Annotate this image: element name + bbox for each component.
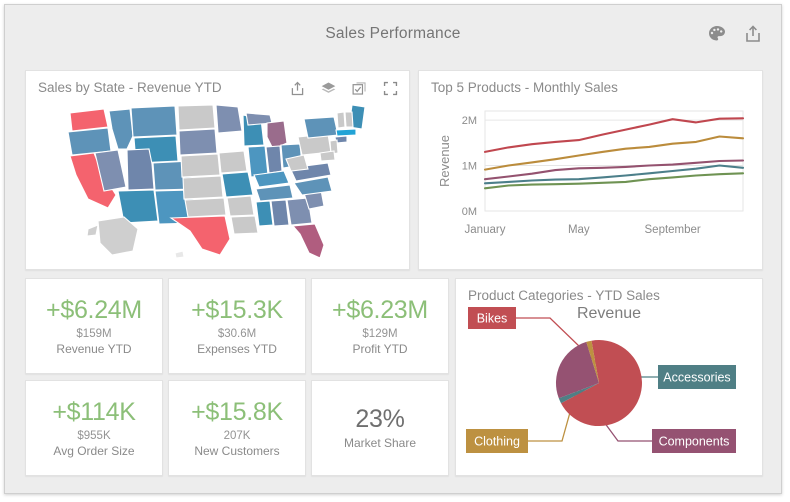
kpi-value: +$6.23M [312,296,448,325]
map-svg [32,103,405,265]
line-chart-svg: 0M 1M 2M January May September Revenue [419,97,764,269]
pie-label-components[interactable]: Components [652,429,736,453]
palette-icon[interactable] [707,24,727,44]
panel-title-map: Sales by State - Revenue YTD [38,80,222,95]
kpi-value: +$15.8K [169,398,305,427]
kpi-label: Avg Order Size [26,444,162,458]
map-export-icon[interactable] [289,80,306,97]
title-actions [707,24,763,44]
title-bar: Sales Performance [5,5,781,63]
map-toolbar [289,80,399,97]
svg-text:Clothing: Clothing [474,435,520,449]
kpi-subvalue: $955K [26,430,162,442]
svg-text:Components: Components [659,435,730,449]
pie-label-accessories[interactable]: Accessories [658,365,736,389]
pie-chart-svg: Bikes Accessories Components Clothing [456,301,764,477]
panel-product-categories[interactable]: Product Categories - YTD Sales Revenue B… [455,278,763,476]
export-icon[interactable] [743,24,763,44]
kpi-value: +$15.3K [169,296,305,325]
y-axis-label: Revenue [437,135,452,187]
kpi-tile-profit-ytd[interactable]: +$6.23M $129M Profit YTD [311,278,449,374]
pie-label-bikes[interactable]: Bikes [468,307,516,329]
svg-text:May: May [568,224,590,236]
kpi-value: 23% [312,405,448,434]
panel-title-line: Top 5 Products - Monthly Sales [431,80,618,95]
page-title: Sales Performance [5,5,781,63]
kpi-value: +$6.24M [26,296,162,325]
kpi-subvalue: $159M [26,328,162,340]
pie-chart[interactable]: Bikes Accessories Components Clothing [456,301,764,477]
map-checkbox-icon[interactable] [351,80,368,97]
svg-text:January: January [465,224,506,236]
kpi-label: Market Share [312,436,448,450]
svg-text:0M: 0M [462,206,477,218]
pie-label-clothing[interactable]: Clothing [466,429,528,453]
kpi-tile-expenses-ytd[interactable]: +$15.3K $30.6M Expenses YTD [168,278,306,374]
svg-text:Bikes: Bikes [477,312,508,326]
kpi-tile-market-share[interactable]: 23% Market Share [311,380,449,476]
kpi-subvalue: $129M [312,328,448,340]
kpi-label: Profit YTD [312,342,448,356]
kpi-tile-avg-order-size[interactable]: +$114K $955K Avg Order Size [25,380,163,476]
svg-text:September: September [645,224,701,236]
kpi-tile-revenue-ytd[interactable]: +$6.24M $159M Revenue YTD [25,278,163,374]
dashboard-window: Sales Performance Sales by State - Reven… [4,4,782,494]
map-layers-icon[interactable] [320,80,337,97]
us-choropleth-map[interactable] [32,103,405,265]
svg-text:Accessories: Accessories [663,371,730,385]
kpi-label: Revenue YTD [26,342,162,356]
kpi-value: +$114K [26,398,162,427]
panel-top-products[interactable]: Top 5 Products - Monthly Sales 0M 1M 2M Ja… [418,70,763,270]
line-chart[interactable]: 0M 1M 2M January May September Revenue [419,97,764,269]
kpi-label: New Customers [169,444,305,458]
svg-text:1M: 1M [462,161,477,173]
kpi-subvalue: $30.6M [169,328,305,340]
kpi-subvalue: 207K [169,430,305,442]
kpi-label: Expenses YTD [169,342,305,356]
panel-sales-by-state[interactable]: Sales by State - Revenue YTD [25,70,410,270]
map-fullscreen-icon[interactable] [382,80,399,97]
svg-text:2M: 2M [462,115,477,127]
kpi-tile-new-customers[interactable]: +$15.8K 207K New Customers [168,380,306,476]
